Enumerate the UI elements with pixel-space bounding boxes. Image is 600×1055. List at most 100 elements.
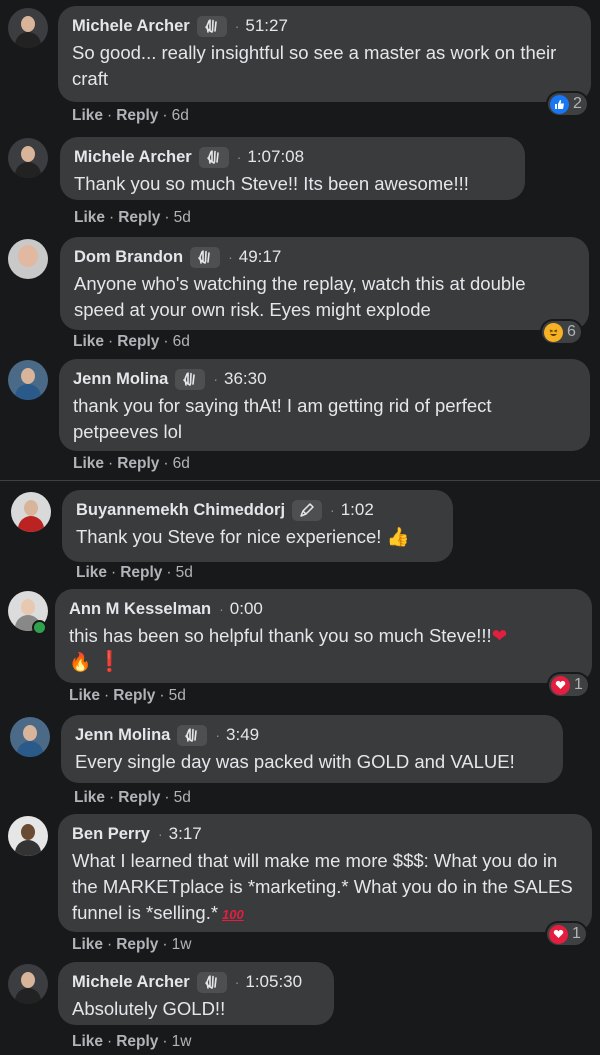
heart-emoji: ❤ (491, 625, 508, 646)
commenter-name[interactable]: Buyannemekh Chimeddorj (76, 501, 285, 520)
fire-emoji: 🔥 (69, 652, 92, 672)
comment-item: Buyannemekh Chimeddorj · 1:02 Thank you … (0, 488, 600, 583)
reaction-count[interactable]: 2 (548, 93, 587, 115)
comment-text: Anyone who's watching the replay, watch … (74, 273, 526, 320)
comment-item: Ben Perry · 3:17 What I learned that wil… (0, 812, 600, 957)
avatar[interactable] (8, 138, 48, 178)
timestamp-link[interactable]: 1:02 (341, 500, 374, 520)
timestamp-link[interactable]: 1:05:30 (245, 972, 302, 992)
wave-icon (190, 246, 221, 268)
reply-button[interactable]: Reply (116, 1033, 158, 1050)
reply-button[interactable]: Reply (118, 209, 160, 226)
reaction-count[interactable]: 1 (547, 923, 586, 945)
like-button[interactable]: Like (73, 455, 104, 472)
commenter-name[interactable]: Michele Archer (74, 148, 192, 167)
comment-age[interactable]: 6d (173, 333, 190, 350)
reaction-count[interactable]: 1 (549, 674, 588, 696)
comment-actions: Like · Reply · 1w (72, 936, 192, 953)
online-status-icon (32, 620, 47, 635)
comment-actions: Like · Reply · 1w (72, 1033, 192, 1050)
comment-age[interactable]: 1w (172, 1033, 192, 1050)
comment-item: Michele Archer · 1:07:08 Thank you so mu… (0, 130, 600, 235)
like-button[interactable]: Like (72, 107, 103, 124)
comment-age[interactable]: 6d (173, 455, 190, 472)
avatar[interactable] (8, 239, 48, 279)
exclamation-emoji: ❗ (97, 651, 123, 673)
reply-button[interactable]: Reply (113, 687, 155, 704)
avatar[interactable] (8, 360, 48, 400)
like-button[interactable]: Like (74, 209, 105, 226)
timestamp-link[interactable]: 36:30 (224, 369, 267, 389)
reply-button[interactable]: Reply (120, 564, 162, 581)
comment-bubble: Michele Archer · 1:05:30 Absolutely GOLD… (58, 962, 334, 1025)
haha-icon (544, 322, 563, 342)
hundred-points-emoji: 100 (222, 907, 244, 922)
avatar[interactable] (10, 717, 50, 757)
comment-age[interactable]: 5d (174, 209, 191, 226)
like-button[interactable]: Like (76, 564, 107, 581)
comment-item: Michele Archer · 51:27 So good... really… (0, 0, 600, 130)
timestamp-link[interactable]: 51:27 (245, 16, 288, 36)
commenter-name[interactable]: Dom Brandon (74, 248, 183, 267)
comment-age[interactable]: 5d (176, 564, 193, 581)
like-button[interactable]: Like (69, 687, 100, 704)
comment-item: Dom Brandon · 49:17 Anyone who's watchin… (0, 235, 600, 357)
timestamp-link[interactable]: 49:17 (239, 247, 282, 267)
comment-bubble: Michele Archer · 51:27 So good... really… (58, 6, 591, 102)
avatar[interactable] (8, 816, 48, 856)
commenter-name[interactable]: Ann M Kesselman (69, 600, 211, 619)
comment-text: So good... really insightful so see a ma… (72, 42, 557, 89)
comment-actions: Like · Reply · 5d (69, 687, 186, 704)
comment-bubble: Michele Archer · 1:07:08 Thank you so mu… (60, 137, 525, 200)
timestamp-link[interactable]: 3:49 (226, 725, 259, 745)
comment-text: Every single day was packed with GOLD an… (75, 751, 515, 772)
commenter-name[interactable]: Michele Archer (72, 973, 190, 992)
comment-actions: Like · Reply · 5d (74, 789, 191, 806)
commenter-name[interactable]: Jenn Molina (73, 370, 168, 389)
comment-bubble: Ann M Kesselman · 0:00 this has been so … (55, 589, 592, 683)
comment-bubble: Jenn Molina · 36:30 thank you for saying… (59, 359, 590, 451)
comment-age[interactable]: 5d (169, 687, 186, 704)
like-button[interactable]: Like (74, 789, 105, 806)
comment-item: Michele Archer · 1:05:30 Absolutely GOLD… (0, 957, 600, 1055)
wave-icon (177, 724, 208, 746)
like-button[interactable]: Like (72, 1033, 103, 1050)
comment-age[interactable]: 5d (174, 789, 191, 806)
comment-actions: Like · Reply · 5d (76, 564, 193, 581)
thumbs-up-emoji: 👍 (386, 526, 410, 547)
wave-icon (196, 15, 227, 37)
comment-text: thank you for saying thAt! I am getting … (73, 395, 492, 442)
timestamp-link[interactable]: 1:07:08 (247, 147, 304, 167)
reply-button[interactable]: Reply (118, 789, 160, 806)
commenter-name[interactable]: Ben Perry (72, 825, 150, 844)
wave-icon (198, 146, 229, 168)
comment-item: Jenn Molina · 36:30 thank you for saying… (0, 357, 600, 478)
comment-text: Thank you so much Steve!! Its been aweso… (74, 173, 469, 194)
timestamp-link[interactable]: 3:17 (169, 824, 202, 844)
commenter-name[interactable]: Jenn Molina (75, 726, 170, 745)
avatar[interactable] (11, 492, 51, 532)
wave-icon (196, 971, 227, 993)
timestamp-link[interactable]: 0:00 (230, 599, 263, 619)
reaction-count[interactable]: 6 (542, 321, 581, 343)
reply-button[interactable]: Reply (116, 107, 158, 124)
comment-item: Jenn Molina · 3:49 Every single day was … (0, 711, 600, 812)
reply-button[interactable]: Reply (116, 936, 158, 953)
like-button[interactable]: Like (72, 936, 103, 953)
avatar[interactable] (8, 964, 48, 1004)
commenter-name[interactable]: Michele Archer (72, 17, 190, 36)
comment-bubble: Buyannemekh Chimeddorj · 1:02 Thank you … (62, 490, 453, 562)
comment-age[interactable]: 6d (172, 107, 189, 124)
like-button[interactable]: Like (73, 333, 104, 350)
comment-text: Thank you Steve for nice experience! (76, 526, 382, 547)
reply-button[interactable]: Reply (117, 455, 159, 472)
comment-bubble: Ben Perry · 3:17 What I learned that wil… (58, 814, 592, 932)
comment-bubble: Dom Brandon · 49:17 Anyone who's watchin… (60, 237, 589, 330)
reply-button[interactable]: Reply (117, 333, 159, 350)
section-divider (0, 480, 600, 481)
comment-bubble: Jenn Molina · 3:49 Every single day was … (61, 715, 563, 783)
comment-item: Ann M Kesselman · 0:00 this has been so … (0, 583, 600, 711)
comment-age[interactable]: 1w (172, 936, 192, 953)
comment-actions: Like · Reply · 6d (73, 333, 190, 350)
avatar[interactable] (8, 8, 48, 48)
